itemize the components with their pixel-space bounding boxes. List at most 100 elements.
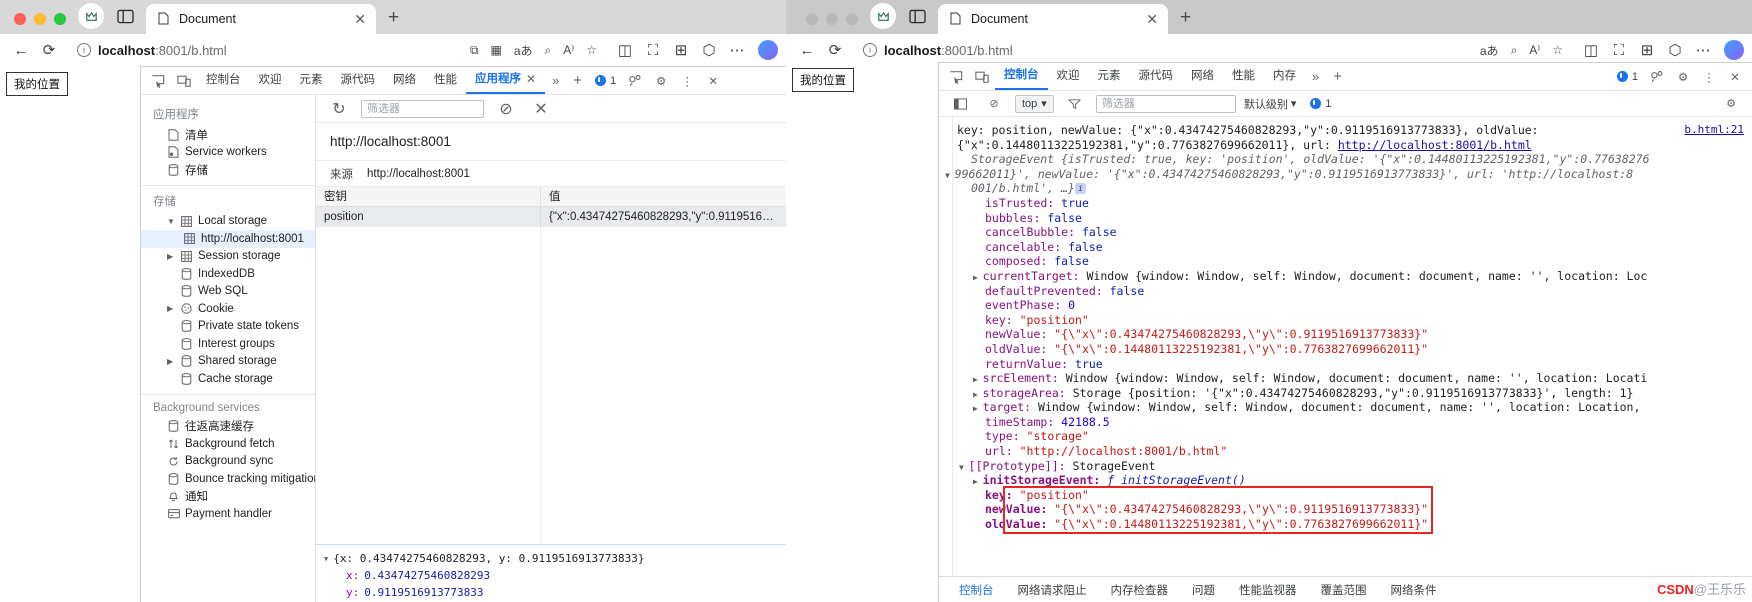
sidebar-item-cookie[interactable]: ▶ Cookie bbox=[141, 300, 315, 318]
close-devtools-icon[interactable]: ✕ bbox=[1722, 65, 1748, 89]
zoom-out-icon[interactable]: ⌕ bbox=[545, 43, 552, 58]
sidebar-item-notifications[interactable]: 通知 bbox=[141, 488, 315, 506]
zoom-out-icon[interactable]: ⌕ bbox=[1511, 43, 1518, 58]
split-screen-icon[interactable]: ◫ bbox=[1578, 38, 1604, 62]
tab-sources[interactable]: 源代码 bbox=[332, 67, 385, 94]
extensions-icon[interactable]: ⬡ bbox=[696, 38, 722, 62]
refresh-icon[interactable]: ↻ bbox=[326, 97, 352, 121]
maximize-window-button[interactable] bbox=[54, 13, 66, 25]
add-panel-button[interactable]: + bbox=[566, 72, 589, 89]
drawer-tab-network-conditions[interactable]: 网络条件 bbox=[1379, 582, 1449, 598]
cursor-icon[interactable] bbox=[622, 69, 648, 93]
sidebar-item-storage[interactable]: 存储 bbox=[141, 161, 315, 179]
new-tab-button[interactable]: + bbox=[388, 7, 399, 29]
reload-icon[interactable]: ⟳ bbox=[822, 38, 848, 62]
sidebar-item-web-sql[interactable]: ▶ Web SQL bbox=[141, 283, 315, 301]
address-bar[interactable]: i localhost:8001/b.html ⧉ ▦ aあ ⌕ A⁾ ☆ bbox=[69, 38, 605, 62]
column-header-value[interactable]: 值 bbox=[541, 187, 786, 206]
sidebar-item-service-workers[interactable]: Service workers bbox=[141, 144, 315, 162]
close-devtools-icon[interactable]: ✕ bbox=[700, 69, 726, 93]
device-toolbar-icon[interactable] bbox=[171, 69, 197, 93]
tab-elements[interactable]: 元素 bbox=[291, 67, 332, 94]
cursor-icon[interactable] bbox=[1644, 65, 1670, 89]
device-toolbar-icon[interactable] bbox=[969, 65, 995, 89]
sidebar-item-bounce-tracking-mitigation[interactable]: Bounce tracking mitigation bbox=[141, 470, 315, 488]
delete-selected-icon[interactable]: ✕ bbox=[528, 97, 554, 121]
site-info-icon[interactable]: i bbox=[863, 43, 877, 57]
drawer-tab-coverage[interactable]: 覆盖范围 bbox=[1309, 582, 1379, 598]
close-window-button[interactable] bbox=[14, 13, 26, 25]
filter-input[interactable]: 筛选器 bbox=[361, 99, 484, 118]
sidebar-item-manifest[interactable]: 清单 bbox=[141, 126, 315, 144]
console-settings-gear-icon[interactable]: ⚙ bbox=[1718, 92, 1744, 116]
favorite-icon[interactable]: ☆ bbox=[1552, 43, 1563, 57]
extensions-icon[interactable]: ⬡ bbox=[1662, 38, 1688, 62]
copilot-icon[interactable] bbox=[1724, 40, 1744, 60]
chevron-right-icon[interactable]: ▶ bbox=[167, 252, 175, 261]
tab-welcome[interactable]: 欢迎 bbox=[250, 67, 291, 94]
close-window-button[interactable] bbox=[806, 13, 818, 25]
preview-root-line[interactable]: ▼ {x: 0.43474275460828293, y: 0.91195169… bbox=[324, 550, 786, 567]
drawer-tab-issues[interactable]: 问题 bbox=[1180, 582, 1227, 598]
window-controls[interactable] bbox=[8, 13, 76, 34]
read-aloud-icon[interactable]: aあ bbox=[514, 42, 533, 59]
clear-console-icon[interactable]: ⊘ bbox=[981, 92, 1007, 116]
split-screen-icon[interactable]: ⧉ bbox=[470, 43, 479, 58]
issues-badge[interactable]: 1 bbox=[589, 75, 622, 87]
settings-more-icon[interactable]: ⋯ bbox=[724, 38, 750, 62]
read-aloud-icon[interactable]: aあ bbox=[1480, 42, 1499, 59]
tab-application[interactable]: 应用程序 ✕ bbox=[466, 66, 546, 94]
tab-console[interactable]: 控制台 bbox=[995, 63, 1048, 90]
tab-memory[interactable]: 内存 bbox=[1264, 63, 1305, 90]
drawer-tab-performance-monitor[interactable]: 性能监视器 bbox=[1227, 582, 1309, 598]
window-controls[interactable] bbox=[800, 13, 868, 34]
minimize-window-button[interactable] bbox=[34, 13, 46, 25]
sidebar-item-local-storage[interactable]: ▼ Local storage bbox=[141, 213, 315, 231]
tab-elements[interactable]: 元素 bbox=[1089, 63, 1130, 90]
site-info-icon[interactable]: i bbox=[77, 43, 91, 57]
sidebar-toggle-icon[interactable] bbox=[112, 3, 138, 29]
gear-icon[interactable]: ⚙ bbox=[648, 69, 674, 93]
chevron-down-icon[interactable]: ▼ bbox=[324, 555, 328, 563]
sidebar-item-shared-storage[interactable]: ▶ Shared storage bbox=[141, 353, 315, 371]
favorite-icon[interactable]: ☆ bbox=[586, 43, 597, 57]
close-icon[interactable]: ✕ bbox=[526, 66, 536, 93]
maximize-window-button[interactable] bbox=[846, 13, 858, 25]
table-row[interactable]: position {"x":0.43474275460828293,"y":0.… bbox=[316, 207, 786, 227]
source-link[interactable]: b.html:21 bbox=[1684, 123, 1744, 138]
drawer-tab-memory-inspector[interactable]: 内存检查器 bbox=[1099, 582, 1181, 598]
console-token[interactable]: http://localhost:8001/b.html bbox=[1338, 138, 1532, 152]
sidebar-toggle-icon[interactable] bbox=[904, 3, 930, 29]
close-icon[interactable]: ✕ bbox=[1146, 11, 1158, 28]
inspect-element-icon[interactable] bbox=[145, 69, 171, 93]
sidebar-item-localhost-origin[interactable]: http://localhost:8001 bbox=[141, 230, 315, 248]
log-level-select[interactable]: 默认级别 ▾ bbox=[1244, 96, 1297, 112]
address-bar[interactable]: i localhost:8001/b.html aあ ⌕ A⁾ ☆ bbox=[855, 38, 1571, 62]
downloads-icon[interactable]: ⊞ bbox=[1634, 38, 1660, 62]
chevron-down-icon[interactable]: ▼ bbox=[959, 463, 969, 472]
console-filter-input[interactable]: 筛选器 bbox=[1095, 94, 1236, 113]
sidebar-item-cache-storage[interactable]: ▶ Cache storage bbox=[141, 370, 315, 388]
sidebar-item-indexeddb[interactable]: ▶ IndexedDB bbox=[141, 265, 315, 283]
more-options-icon[interactable]: ⋮ bbox=[674, 69, 700, 93]
sidebar-item-payment-handler[interactable]: Payment handler bbox=[141, 505, 315, 523]
split-screen-icon-2[interactable]: ⊞ bbox=[668, 38, 694, 62]
back-icon[interactable]: ← bbox=[794, 38, 820, 62]
more-tabs-icon[interactable]: » bbox=[1305, 69, 1326, 84]
collections-icon[interactable]: ⛶ bbox=[1606, 38, 1632, 62]
add-panel-button[interactable]: + bbox=[1326, 68, 1349, 85]
back-icon[interactable]: ← bbox=[8, 38, 34, 62]
chevron-right-icon[interactable]: ▶ bbox=[973, 390, 983, 399]
more-options-icon[interactable]: ⋮ bbox=[1696, 65, 1722, 89]
settings-more-icon[interactable]: ⋯ bbox=[1690, 38, 1716, 62]
sidebar-item-interest-groups[interactable]: ▶ Interest groups bbox=[141, 335, 315, 353]
tab-network[interactable]: 网络 bbox=[1182, 63, 1223, 90]
qr-code-icon[interactable]: ▦ bbox=[491, 43, 502, 57]
chevron-down-icon[interactable]: ▼ bbox=[167, 217, 175, 226]
clear-all-icon[interactable]: ⊘ bbox=[493, 97, 519, 121]
drawer-tab-network-request-blocking[interactable]: 网络请求阻止 bbox=[1006, 582, 1099, 598]
immersive-reader-icon[interactable]: A⁾ bbox=[1529, 43, 1540, 57]
inspect-element-icon[interactable] bbox=[943, 65, 969, 89]
chevron-right-icon[interactable]: ▶ bbox=[973, 404, 983, 413]
chevron-right-icon[interactable]: ▶ bbox=[167, 304, 175, 313]
